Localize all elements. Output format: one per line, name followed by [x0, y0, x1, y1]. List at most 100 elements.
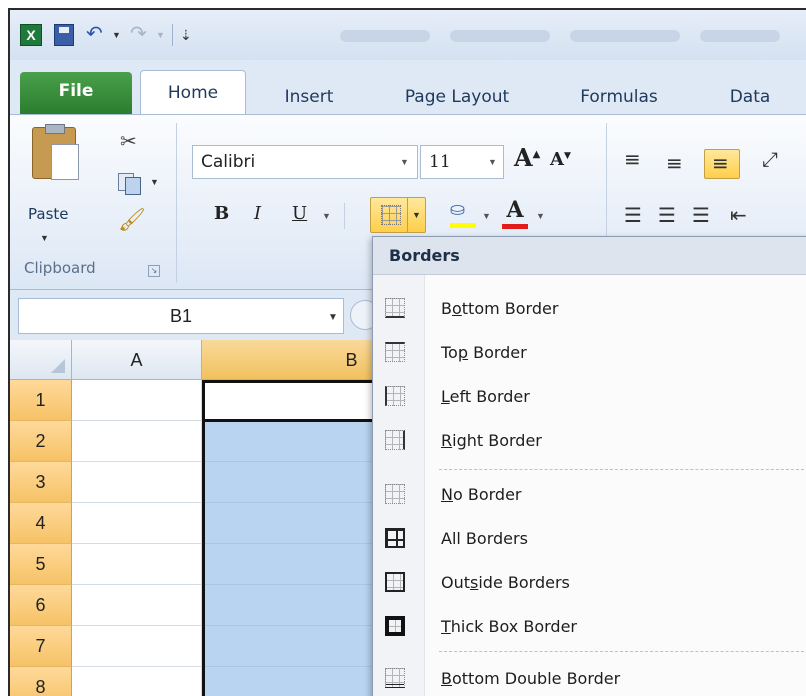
cut-icon[interactable]: ✂ — [120, 129, 137, 154]
decrease-indent-icon[interactable]: ⇤ — [730, 203, 747, 227]
redo-dropdown-icon[interactable]: ▼ — [156, 24, 166, 46]
redo-icon[interactable]: ↷ — [130, 24, 152, 46]
blurred-title-segment — [570, 30, 680, 42]
cell-a1[interactable] — [72, 380, 202, 421]
font-size-dropdown-icon[interactable]: ▼ — [488, 157, 497, 167]
menu-item-bottom-border[interactable]: Bottom Border — [373, 287, 806, 331]
menu-item-bottom-double-border[interactable]: Bottom Double Border — [373, 657, 806, 696]
excel-window: X ↶ ▼ ↷ ▼ ⇣ File Home Insert Page Layout… — [8, 8, 806, 696]
font-name-box[interactable]: Calibri — [192, 145, 418, 179]
menu-item-left-border[interactable]: Left Border — [373, 375, 806, 419]
bottom-border-icon — [385, 298, 405, 318]
align-bottom-icon: ≡ — [712, 151, 729, 175]
fill-color-dropdown-icon[interactable]: ▼ — [482, 211, 491, 221]
menu-item-label: All Borders — [441, 529, 528, 548]
paste-button[interactable]: Paste — [28, 205, 69, 223]
cell-a3[interactable] — [72, 462, 202, 503]
left-border-icon — [385, 386, 405, 406]
name-box[interactable]: B1 — [18, 298, 344, 334]
tab-home[interactable]: Home — [140, 70, 246, 118]
menu-separator — [439, 469, 806, 470]
undo-dropdown-icon[interactable]: ▼ — [112, 24, 122, 46]
menu-item-label: Right Border — [441, 431, 542, 450]
cell-a4[interactable] — [72, 503, 202, 544]
italic-button[interactable]: I — [254, 203, 261, 224]
cell-a6[interactable] — [72, 585, 202, 626]
menu-item-all-borders[interactable]: All Borders — [373, 517, 806, 561]
selection-outline — [202, 380, 205, 696]
format-painter-icon[interactable]: 🖌 — [118, 207, 146, 233]
tab-page-layout[interactable]: Page Layout — [382, 78, 532, 116]
tab-formulas[interactable]: Formulas — [564, 78, 674, 116]
active-cell-b1[interactable] — [202, 380, 398, 422]
row-header[interactable]: 5 — [10, 544, 72, 585]
save-icon[interactable] — [54, 24, 74, 46]
group-separator — [176, 123, 177, 283]
menu-item-right-border[interactable]: Right Border — [373, 419, 806, 463]
ribbon-separator — [344, 203, 345, 229]
menu-item-top-border[interactable]: Top Border — [373, 331, 806, 375]
align-top-icon[interactable]: ≡ — [624, 147, 641, 171]
row-header[interactable]: 4 — [10, 503, 72, 544]
row-header[interactable]: 3 — [10, 462, 72, 503]
font-color-icon[interactable]: A — [502, 197, 528, 229]
outside-borders-icon — [385, 572, 405, 592]
cell-a7[interactable] — [72, 626, 202, 667]
tab-data[interactable]: Data — [710, 78, 790, 116]
font-name-dropdown-icon[interactable]: ▼ — [400, 157, 409, 167]
clipboard-group-label: Clipboard — [24, 259, 96, 277]
blurred-title-segment — [450, 30, 550, 42]
select-all-corner[interactable] — [10, 340, 72, 380]
align-center-icon[interactable]: ☰ — [658, 203, 676, 227]
row-header[interactable]: 1 — [10, 380, 72, 421]
menu-item-label: Thick Box Border — [441, 617, 577, 636]
all-borders-icon — [385, 528, 405, 548]
blurred-title-segment — [340, 30, 430, 42]
paste-dropdown-icon[interactable]: ▼ — [40, 233, 49, 243]
menu-item-label: Bottom Double Border — [441, 669, 621, 688]
menu-item-no-border[interactable]: No Border — [373, 473, 806, 517]
borders-button[interactable]: ▼ — [370, 197, 426, 233]
row-header[interactable]: 8 — [10, 667, 72, 696]
undo-icon[interactable]: ↶ — [86, 24, 108, 46]
row-header[interactable]: 7 — [10, 626, 72, 667]
underline-dropdown-icon[interactable]: ▼ — [322, 211, 331, 221]
font-color-dropdown-icon[interactable]: ▼ — [536, 211, 545, 221]
cell-a8[interactable] — [72, 667, 202, 696]
column-header-a[interactable]: A — [72, 340, 202, 380]
borders-dropdown-icon[interactable]: ▼ — [407, 198, 425, 232]
bold-button[interactable]: B — [214, 203, 229, 224]
name-box-dropdown-icon[interactable]: ▼ — [328, 312, 338, 323]
cell-a2[interactable] — [72, 421, 202, 462]
clipboard-launcher-icon[interactable]: ↘ — [148, 265, 160, 277]
orientation-icon[interactable]: ⤢ — [762, 147, 778, 171]
bottom-double-border-icon — [385, 668, 405, 688]
grow-font-letter: A — [514, 143, 533, 172]
shrink-font-icon[interactable]: A▼ — [550, 149, 571, 170]
menu-item-thick-box-border[interactable]: Thick Box Border — [373, 605, 806, 649]
excel-logo-icon[interactable]: X — [20, 24, 42, 46]
customize-qat-icon[interactable]: ⇣ — [180, 24, 194, 46]
cell-a5[interactable] — [72, 544, 202, 585]
top-border-icon — [385, 342, 405, 362]
blurred-title-segment — [700, 30, 780, 42]
row-header[interactable]: 6 — [10, 585, 72, 626]
align-middle-icon[interactable]: ≡ — [666, 151, 683, 175]
copy-dropdown-icon[interactable]: ▼ — [150, 177, 159, 187]
shrink-font-letter: A — [550, 149, 564, 170]
no-border-icon — [385, 484, 405, 504]
menu-item-label: Outside Borders — [441, 573, 570, 592]
copy-icon[interactable] — [118, 173, 142, 195]
fill-color-icon[interactable]: ⛀ — [450, 199, 476, 229]
borders-icon — [381, 205, 401, 225]
align-left-icon[interactable]: ☰ — [624, 203, 642, 227]
underline-button[interactable]: U — [292, 203, 307, 224]
tab-file[interactable]: File — [20, 72, 132, 114]
grow-font-icon[interactable]: A▲ — [514, 143, 540, 172]
tab-insert[interactable]: Insert — [268, 78, 350, 116]
ribbon-tabs: File Home Insert Page Layout Formulas Da… — [10, 68, 806, 118]
menu-item-outside-borders[interactable]: Outside Borders — [373, 561, 806, 605]
row-header[interactable]: 2 — [10, 421, 72, 462]
align-right-icon[interactable]: ☰ — [692, 203, 710, 227]
paste-icon[interactable] — [32, 124, 79, 180]
